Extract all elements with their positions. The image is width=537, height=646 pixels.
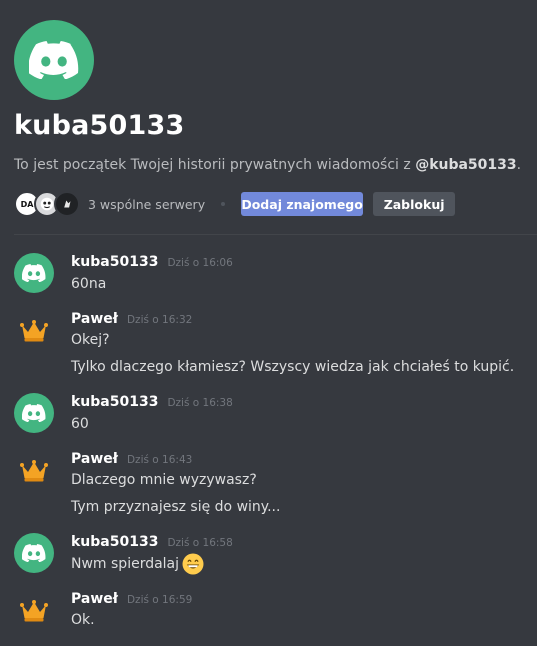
crown-icon[interactable] <box>20 599 48 623</box>
discord-logo-icon <box>22 264 46 282</box>
message-text: Tym przyznajesz się do winy... <box>71 499 281 515</box>
message-text: 60 <box>71 416 89 432</box>
message-author[interactable]: kuba50133 <box>71 534 158 550</box>
message-author[interactable]: Paweł <box>71 591 118 607</box>
separator-dot <box>221 202 226 206</box>
message-timestamp: Dziś o 16:32 <box>126 314 193 326</box>
message-text: Okej? <box>71 332 110 348</box>
discord-logo-icon <box>22 404 46 422</box>
grinning-face-emoji-icon[interactable] <box>182 553 204 575</box>
avatar[interactable] <box>14 393 54 433</box>
message-timestamp: Dziś o 16:38 <box>167 397 233 409</box>
message-timestamp: Dziś o 16:58 <box>167 537 233 549</box>
block-button[interactable]: Zablokuj <box>373 192 456 216</box>
intro-suffix: . <box>516 157 522 173</box>
message-author[interactable]: Paweł <box>71 311 118 327</box>
server-icon <box>54 191 80 217</box>
message-header: kuba50133 Dziś o 16:58 <box>71 534 233 550</box>
discord-logo-icon <box>29 41 79 79</box>
dm-channel: kuba50133 To jest początek Twojej histor… <box>0 0 537 646</box>
message-text: Ok. <box>71 612 95 628</box>
crown-icon[interactable] <box>20 459 48 483</box>
message-header: Paweł Dziś o 16:32 <box>71 311 192 327</box>
message-author[interactable]: Paweł <box>71 451 118 467</box>
message-author[interactable]: kuba50133 <box>71 254 158 270</box>
message-timestamp: Dziś o 16:06 <box>167 257 233 269</box>
message-author[interactable]: kuba50133 <box>71 394 158 410</box>
user-avatar-large[interactable] <box>14 20 94 100</box>
dm-intro-text: To jest początek Twojej historii prywatn… <box>14 157 521 173</box>
message-header: kuba50133 Dziś o 16:38 <box>71 394 233 410</box>
mutual-server-icons[interactable]: DA <box>14 191 80 217</box>
avatar[interactable] <box>14 253 54 293</box>
discord-logo-icon <box>22 544 46 562</box>
mutual-servers-row: DA 3 wspólne serwery Dodaj znajomego Zab… <box>14 191 456 217</box>
mutual-servers-label[interactable]: 3 wspólne serwery <box>88 197 205 212</box>
message-timestamp: Dziś o 16:43 <box>126 454 193 466</box>
message-text-content: Nwm spierdalaj <box>71 556 180 572</box>
message-header: Paweł Dziś o 16:59 <box>71 591 192 607</box>
avatar[interactable] <box>14 533 54 573</box>
message-text: Dlaczego mnie wyzywasz? <box>71 472 257 488</box>
intro-handle[interactable]: @kuba50133 <box>415 157 516 173</box>
message-header: kuba50133 Dziś o 16:06 <box>71 254 233 270</box>
crown-icon[interactable] <box>20 319 48 343</box>
divider <box>14 234 537 235</box>
message-header: Paweł Dziś o 16:43 <box>71 451 192 467</box>
profile-username: kuba50133 <box>14 110 185 141</box>
message-timestamp: Dziś o 16:59 <box>126 594 193 606</box>
add-friend-button[interactable]: Dodaj znajomego <box>241 192 364 216</box>
message-text: Tylko dlaczego kłamiesz? Wszyscy wiedza … <box>71 359 515 375</box>
intro-prefix: To jest początek Twojej historii prywatn… <box>14 157 416 173</box>
message-text: Nwm spierdalaj <box>71 553 204 575</box>
message-text: 60na <box>71 276 107 292</box>
